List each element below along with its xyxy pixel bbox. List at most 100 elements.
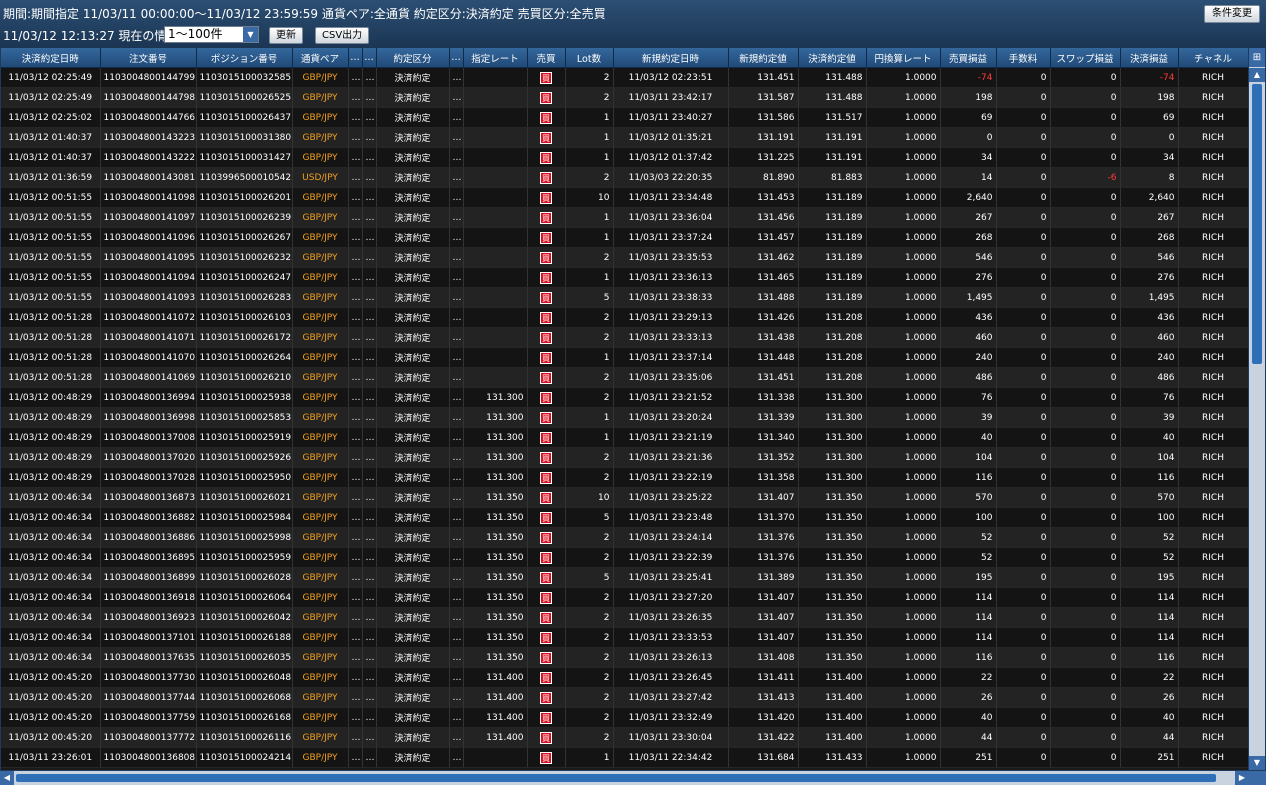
table-row[interactable]: 11/03/12 00:46:34 1103004800136899 1103015… xyxy=(1,567,1248,588)
table-row[interactable]: 11/03/12 00:51:28 1103004800141072 1103015… xyxy=(1,307,1248,328)
table-cell: 0 xyxy=(1050,347,1121,368)
column-header[interactable]: 円換算レート xyxy=(866,48,941,68)
table-row[interactable]: 11/03/12 00:51:55 1103004800141097 1103015… xyxy=(1,207,1248,228)
table-cell: 11/03/12 01:37:42 xyxy=(613,147,729,168)
table-row[interactable]: 11/03/12 00:51:55 1103004800141094 1103015… xyxy=(1,267,1248,288)
table-row[interactable]: 11/03/12 00:51:55 1103004800141093 1103015… xyxy=(1,287,1248,308)
refresh-button[interactable]: 更新 xyxy=(269,27,303,44)
column-header[interactable]: ポジション番号 xyxy=(196,48,293,68)
table-row[interactable]: 11/03/12 00:51:55 1103004800141096 1103015… xyxy=(1,227,1248,248)
horizontal-scrollbar[interactable]: ◀ ▶ xyxy=(0,771,1249,785)
table-cell: 34 xyxy=(1120,147,1179,168)
table-row[interactable]: 11/03/12 00:45:20 1103004800137759 1103015… xyxy=(1,707,1248,728)
table-cell: 26 xyxy=(940,687,997,708)
table-row[interactable]: 11/03/12 00:51:28 1103004800141070 1103015… xyxy=(1,347,1248,368)
table-cell: 1103004800144766 xyxy=(100,107,197,128)
scroll-left-icon[interactable]: ◀ xyxy=(0,771,14,785)
table-row[interactable]: 11/03/12 00:48:29 1103004800137020 1103015… xyxy=(1,447,1248,468)
table-cell: 131.300 xyxy=(798,467,867,488)
horizontal-scroll-thumb[interactable] xyxy=(16,774,1216,782)
table-row[interactable]: 11/03/12 00:46:34 1103004800136923 1103015… xyxy=(1,607,1248,628)
table-row[interactable]: 11/03/12 00:48:29 1103004800136998 1103015… xyxy=(1,407,1248,428)
column-header[interactable]: 売買 xyxy=(527,48,566,68)
column-chooser-icon[interactable]: ⊞ xyxy=(1249,48,1265,67)
scroll-right-icon[interactable]: ▶ xyxy=(1235,771,1249,785)
table-cell: … xyxy=(348,207,363,228)
table-cell: 1103015100026188 xyxy=(196,627,293,648)
column-header[interactable]: … xyxy=(362,48,377,68)
table-row[interactable]: 11/03/12 00:51:28 1103004800141069 1103015… xyxy=(1,367,1248,388)
table-row[interactable]: 11/03/12 00:48:29 1103004800137008 1103015… xyxy=(1,427,1248,448)
column-header[interactable]: 決済約定値 xyxy=(798,48,867,68)
table-cell: GBP/JPY xyxy=(292,627,349,648)
table-cell: 1103015100025919 xyxy=(196,427,293,448)
table-cell: 131.448 xyxy=(728,347,799,368)
table-cell: 131.350 xyxy=(798,547,867,568)
table-cell: 0 xyxy=(996,167,1051,188)
column-header[interactable]: Lot数 xyxy=(565,48,614,68)
column-header[interactable]: … xyxy=(449,48,464,68)
scroll-up-icon[interactable]: ▲ xyxy=(1249,68,1265,82)
column-header[interactable]: チャネル xyxy=(1178,48,1248,68)
table-row[interactable]: 11/03/12 00:48:29 1103004800136994 1103015… xyxy=(1,387,1248,408)
table-cell: 131.189 xyxy=(798,207,867,228)
table-row[interactable]: 11/03/12 01:40:37 1103004800143222 1103015… xyxy=(1,147,1248,168)
table-cell: 198 xyxy=(1120,87,1179,108)
chevron-down-icon[interactable]: ▼ xyxy=(243,27,258,42)
trade-history-table: 決済約定日時 注文番号 ポジション番号 通貨ペア…… 約定区分… 指定レート 売買 Lot数新… xyxy=(1,48,1248,770)
column-header[interactable]: 決済損益 xyxy=(1120,48,1179,68)
table-row[interactable]: 11/03/12 00:51:55 1103004800141098 1103015… xyxy=(1,187,1248,208)
table-row[interactable]: 11/03/12 00:46:34 1103004800136873 1103015… xyxy=(1,487,1248,508)
csv-export-button[interactable]: CSV出力 xyxy=(315,27,370,44)
column-header[interactable]: 新規約定値 xyxy=(728,48,799,68)
vertical-scroll-thumb[interactable] xyxy=(1252,84,1262,364)
table-row[interactable]: 11/03/12 02:25:02 1103004800144766 1103015… xyxy=(1,107,1248,128)
table-row[interactable]: 11/03/12 00:51:55 1103004800141095 1103015… xyxy=(1,247,1248,268)
table-row[interactable]: 11/03/12 01:40:37 1103004800143223 1103015… xyxy=(1,127,1248,148)
table-row[interactable]: 11/03/12 00:46:34 1103004800136895 1103015… xyxy=(1,547,1248,568)
table-cell: 11/03/11 23:38:33 xyxy=(613,287,729,308)
column-header[interactable]: 指定レート xyxy=(463,48,528,68)
table-row[interactable]: 11/03/11 23:26:01 1103004800136808 1103015… xyxy=(1,747,1248,768)
table-cell: 1,495 xyxy=(940,287,997,308)
column-header[interactable]: 通貨ペア xyxy=(292,48,349,68)
table-cell: 26 xyxy=(1120,687,1179,708)
table-row[interactable]: 11/03/12 00:45:20 1103004800137744 1103015… xyxy=(1,687,1248,708)
table-row[interactable]: 11/03/12 00:46:34 1103004800136886 1103015… xyxy=(1,527,1248,548)
table-row[interactable]: 11/03/12 02:25:49 1103004800144799 1103015… xyxy=(1,67,1248,88)
table-row[interactable]: 11/03/12 01:36:59 1103004800143081 1103996… xyxy=(1,167,1248,188)
table-cell: 131.189 xyxy=(798,267,867,288)
table-row[interactable]: 11/03/12 00:45:20 1103004800137730 1103015… xyxy=(1,667,1248,688)
table-cell: … xyxy=(348,287,363,308)
column-header[interactable]: 手数料 xyxy=(996,48,1051,68)
table-cell: 104 xyxy=(940,447,997,468)
vertical-scrollbar[interactable]: ⊞ ▲ ▼ xyxy=(1249,48,1265,770)
column-header[interactable]: … xyxy=(348,48,363,68)
table-row[interactable]: 11/03/12 00:46:34 1103004800137101 1103015… xyxy=(1,627,1248,648)
table-row[interactable]: 11/03/12 00:46:34 1103004800137635 1103015… xyxy=(1,647,1248,668)
table-cell: 131.350 xyxy=(463,587,528,608)
column-header[interactable]: 決済約定日時 xyxy=(1,48,101,68)
table-row[interactable]: 11/03/12 00:46:34 1103004800136882 1103015… xyxy=(1,507,1248,528)
table-row[interactable]: 11/03/12 02:25:49 1103004800144798 1103015… xyxy=(1,87,1248,108)
range-select[interactable]: 1～100件 ▼ xyxy=(164,26,259,43)
table-cell: 131.300 xyxy=(463,427,528,448)
table-row[interactable]: 11/03/12 00:46:34 1103004800136918 1103015… xyxy=(1,587,1248,608)
column-header[interactable]: 売買損益 xyxy=(940,48,997,68)
table-row[interactable]: 11/03/12 00:51:28 1103004800141071 1103015… xyxy=(1,327,1248,348)
table-cell: … xyxy=(362,567,377,588)
table-cell: 131.350 xyxy=(463,567,528,588)
column-header[interactable]: 約定区分 xyxy=(376,48,450,68)
table-cell: 267 xyxy=(940,207,997,228)
column-header[interactable]: 注文番号 xyxy=(100,48,197,68)
table-row[interactable]: 11/03/12 00:45:20 1103004800137772 1103015… xyxy=(1,727,1248,748)
table-cell: 131.208 xyxy=(798,347,867,368)
column-header[interactable]: 新規約定日時 xyxy=(613,48,729,68)
table-cell: 131.300 xyxy=(463,467,528,488)
change-conditions-button[interactable]: 条件変更 xyxy=(1204,5,1260,23)
table-cell: … xyxy=(362,727,377,748)
scroll-down-icon[interactable]: ▼ xyxy=(1249,756,1265,770)
table-row[interactable]: 11/03/12 00:48:29 1103004800137028 1103015… xyxy=(1,467,1248,488)
column-header[interactable]: スワップ損益 xyxy=(1050,48,1121,68)
buy-badge: 買 xyxy=(540,311,552,324)
